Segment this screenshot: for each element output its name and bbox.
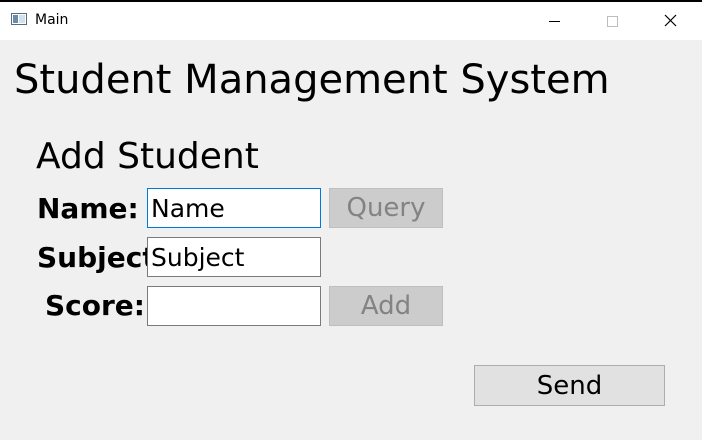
section-title-add-student: Add Student — [36, 136, 259, 177]
subject-input[interactable] — [147, 237, 321, 277]
score-input[interactable] — [147, 286, 321, 326]
window-app-icon — [11, 13, 27, 25]
score-label: Score: — [45, 289, 145, 322]
maximize-button[interactable] — [583, 2, 641, 40]
close-icon — [664, 14, 677, 27]
maximize-icon — [607, 16, 618, 27]
name-label: Name: — [37, 192, 139, 225]
close-button[interactable] — [641, 2, 699, 40]
send-button[interactable]: Send — [474, 365, 665, 406]
app-title: Student Management System — [14, 57, 610, 103]
main-window: Main Student Management System Add Stude… — [0, 0, 702, 440]
minimize-icon — [549, 21, 560, 22]
minimize-button[interactable] — [525, 2, 583, 40]
main-content: Student Management System Add Student Na… — [0, 40, 702, 440]
window-title: Main — [35, 12, 69, 28]
title-bar[interactable]: Main — [0, 2, 702, 40]
name-input[interactable] — [147, 188, 321, 228]
add-button[interactable]: Add — [329, 286, 443, 326]
query-button[interactable]: Query — [329, 188, 443, 228]
